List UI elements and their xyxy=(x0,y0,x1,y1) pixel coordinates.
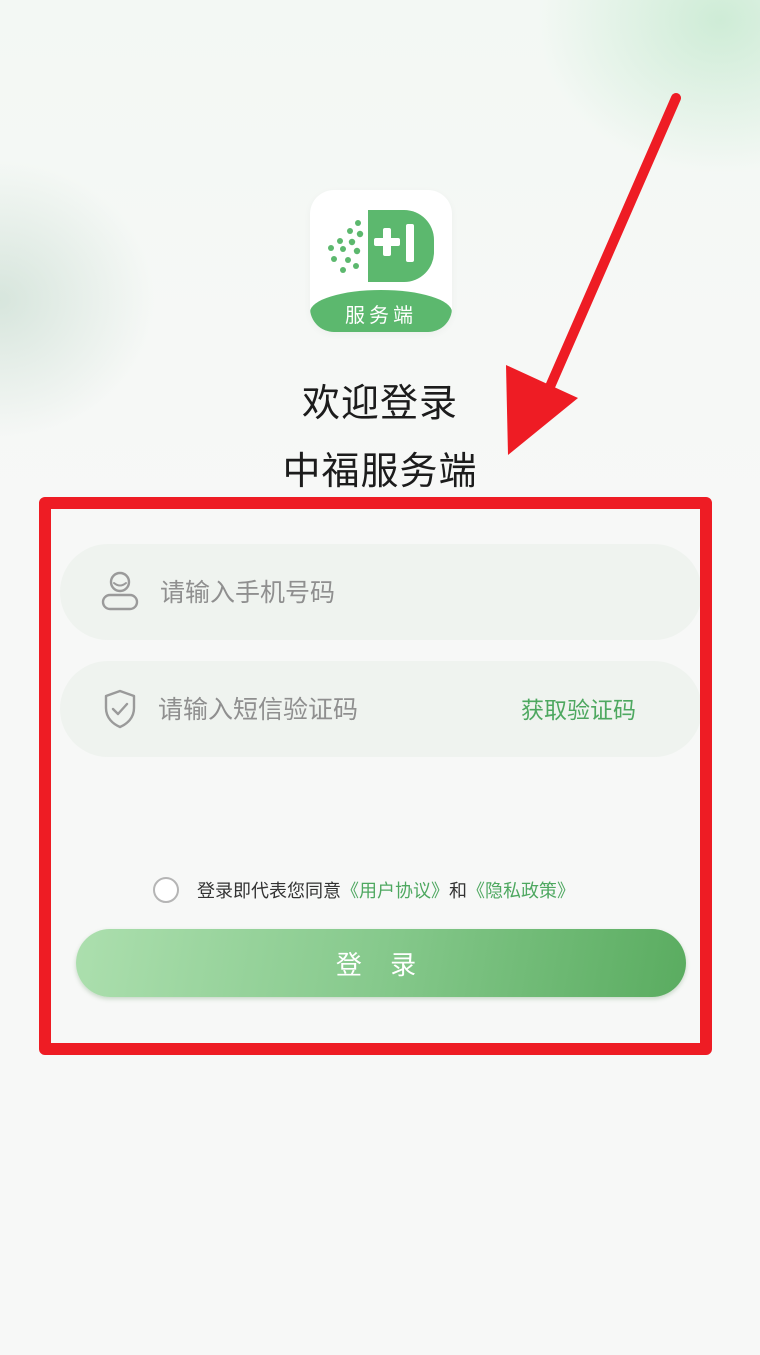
user-agreement-link[interactable]: 《用户协议》 xyxy=(341,877,449,903)
login-button[interactable]: 登 录 xyxy=(76,929,686,997)
welcome-title: 欢迎登录 xyxy=(301,381,458,425)
agreement-row: 登录即代表您同意 《用户协议》 和 《隐私政策》 xyxy=(153,874,575,906)
phone-input[interactable] xyxy=(160,572,480,612)
agreement-checkbox[interactable] xyxy=(153,877,179,903)
logo-band: 服务端 xyxy=(310,290,452,332)
user-icon xyxy=(100,570,140,618)
phone-field[interactable] xyxy=(60,544,702,640)
logo-band-text: 服务端 xyxy=(345,302,417,327)
app-name-title: 中福服务端 xyxy=(282,449,478,493)
get-code-button[interactable]: 获取验证码 xyxy=(521,691,636,725)
privacy-policy-link[interactable]: 《隐私政策》 xyxy=(467,877,575,903)
sms-code-field[interactable]: 获取验证码 xyxy=(60,661,702,757)
shield-check-icon xyxy=(100,687,140,735)
agreement-prefix: 登录即代表您同意 xyxy=(197,881,341,902)
agreement-conjunction: 和 xyxy=(449,881,467,902)
sms-code-input[interactable] xyxy=(158,689,478,729)
app-logo: 服务端 xyxy=(310,190,452,332)
